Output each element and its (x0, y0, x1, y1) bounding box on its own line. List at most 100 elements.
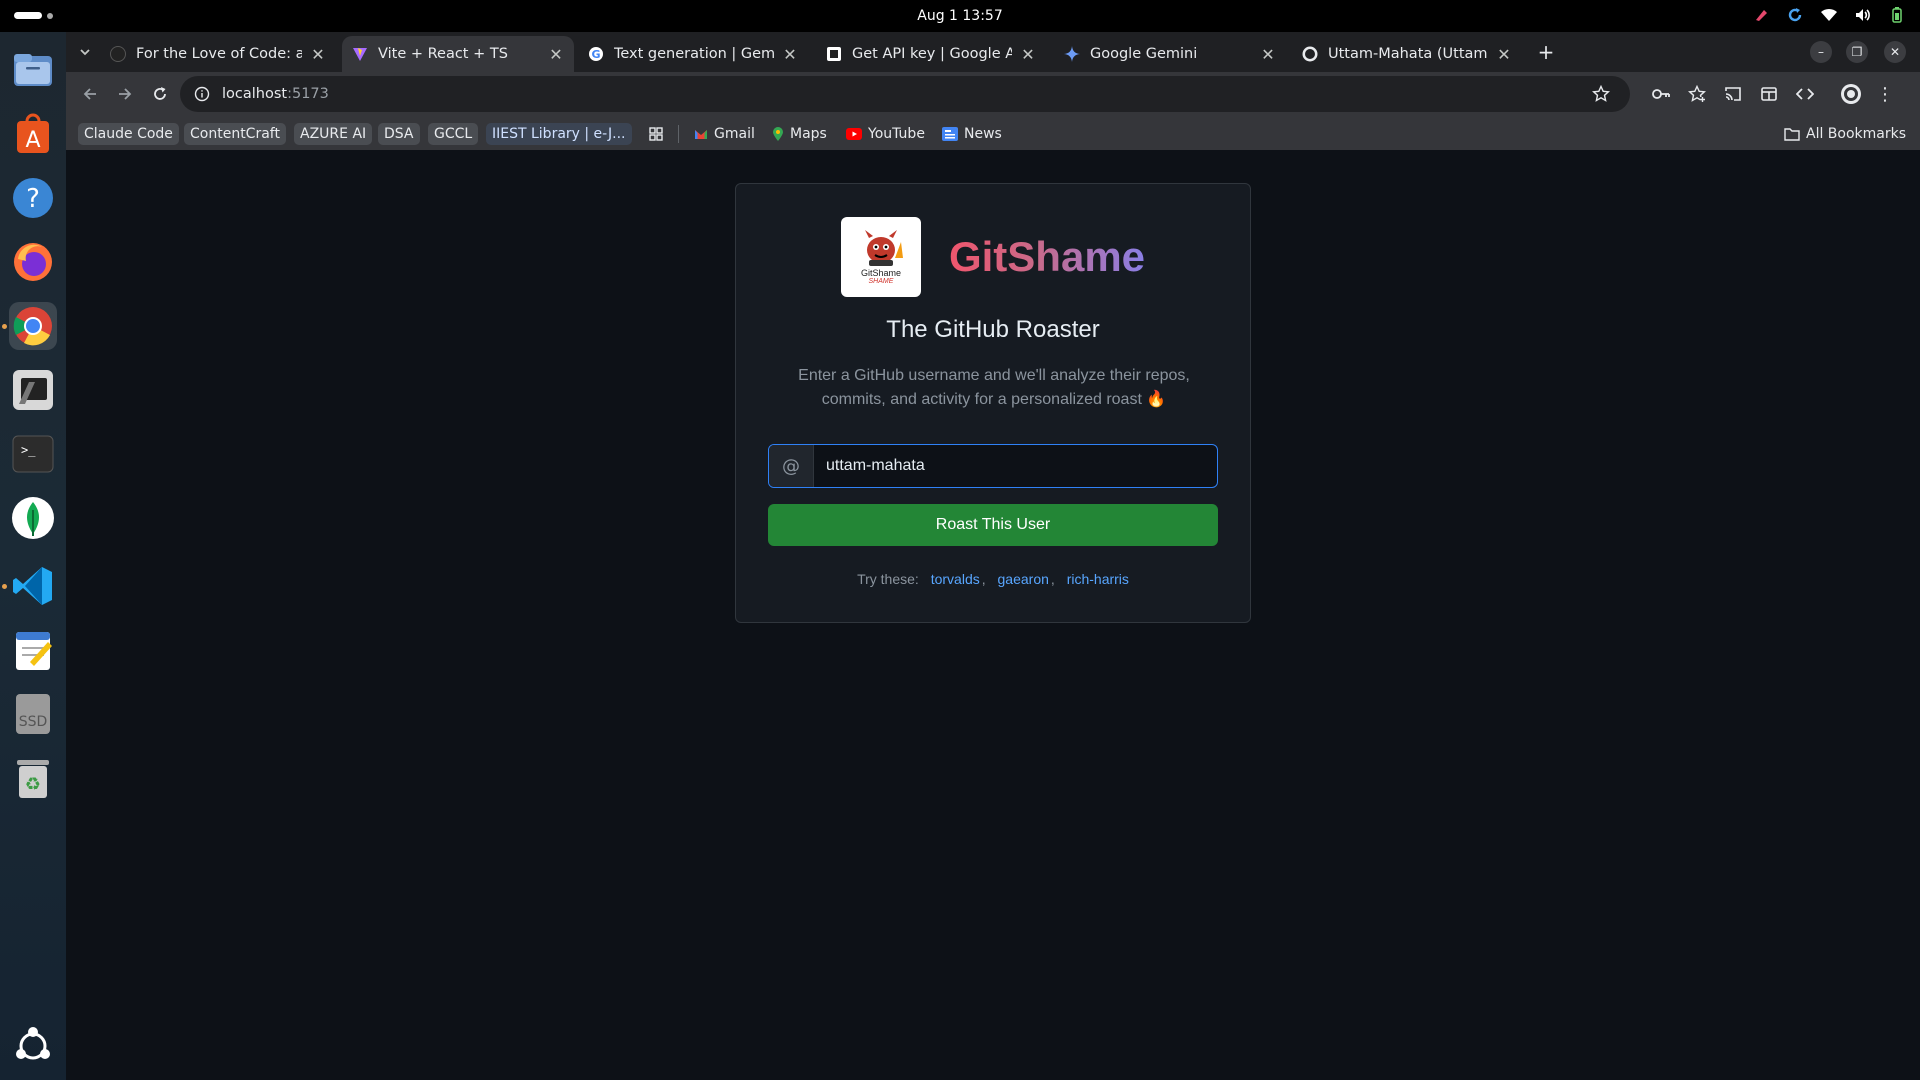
bookmark-azure-ai[interactable]: AZURE AI (294, 123, 373, 145)
close-icon[interactable]: ✕ (1496, 45, 1512, 64)
cast-icon[interactable] (1722, 83, 1744, 105)
battery-icon[interactable] (1888, 6, 1906, 24)
back-icon[interactable] (79, 83, 101, 105)
brand-header: GitShame SHAME GitShame (736, 217, 1250, 297)
page-subtitle: The GitHub Roaster (886, 316, 1100, 343)
svg-text:SSD: SSD (19, 714, 48, 730)
suggestion-rich-harris[interactable]: rich-harris (1067, 571, 1129, 587)
bookmark-youtube[interactable]: YouTube (846, 123, 925, 145)
page-viewport: GitShame SHAME GitShame The GitHub Roast… (66, 150, 1920, 1080)
tab-title: For the Love of Code: a s (136, 46, 302, 62)
forward-icon[interactable] (114, 83, 136, 105)
tab-0[interactable]: For the Love of Code: a s ✕ (100, 36, 336, 72)
svg-text:?: ? (26, 184, 40, 214)
svg-text:G: G (591, 48, 600, 61)
bookmarks-manager-icon[interactable] (1686, 83, 1708, 105)
bookmark-claude-code[interactable]: Claude Code (78, 123, 179, 145)
api-key-icon (826, 46, 842, 62)
devil-mascot-icon (864, 230, 903, 266)
bookmark-iiest-library[interactable]: IIEST Library | e-J... (486, 123, 632, 145)
address-bar[interactable]: localhost:5173 (180, 76, 1630, 112)
bookmark-maps[interactable]: Maps (772, 123, 827, 145)
sync-icon[interactable] (1786, 6, 1804, 24)
tablet-app-icon[interactable] (9, 366, 57, 414)
news-icon (942, 127, 958, 141)
svg-text:>_: >_ (21, 443, 36, 457)
close-icon[interactable]: ✕ (1260, 45, 1276, 64)
wifi-icon[interactable] (1820, 6, 1838, 24)
page-description: Enter a GitHub username and we'll analyz… (798, 367, 1190, 408)
gmail-icon (695, 130, 707, 139)
svg-text:A: A (25, 128, 40, 153)
youtube-icon (846, 128, 862, 140)
tab-strip: For the Love of Code: a s ✕ Vite + React… (66, 32, 1920, 72)
tab-2[interactable]: G Text generation | Gemin ✕ (578, 36, 808, 72)
gitshame-logo: GitShame SHAME (840, 217, 921, 297)
bookmark-gccl[interactable]: GCCL (428, 123, 479, 145)
tab-1[interactable]: Vite + React + TS ✕ (342, 36, 574, 72)
tab-3[interactable]: Get API key | Google AI S ✕ (816, 36, 1046, 72)
try-label: Try these: (857, 571, 919, 587)
new-tab-button[interactable]: + (1535, 40, 1557, 64)
system-tray[interactable] (1752, 6, 1906, 24)
mongodb-compass-icon[interactable] (9, 494, 57, 542)
show-apps-icon[interactable] (9, 1022, 57, 1070)
volume-icon[interactable] (1854, 6, 1872, 24)
bookmark-news[interactable]: News (942, 123, 1002, 145)
roast-button[interactable]: Roast This User (768, 504, 1218, 546)
close-icon[interactable]: ✕ (310, 45, 326, 64)
tab-4[interactable]: Google Gemini ✕ (1054, 36, 1286, 72)
maps-pin-icon (773, 127, 783, 141)
minimize-button[interactable]: – (1810, 41, 1832, 63)
apps-grid-icon[interactable] (648, 123, 664, 145)
bookmark-contentcraft[interactable]: ContentCraft (184, 123, 286, 145)
github-icon (1302, 46, 1318, 62)
side-panel-icon[interactable] (1758, 83, 1780, 105)
reload-icon[interactable] (149, 83, 171, 105)
chrome-menu-icon[interactable]: ⋮ (1874, 83, 1896, 105)
chrome-icon[interactable] (9, 302, 57, 350)
color-picker-icon[interactable] (1752, 6, 1770, 24)
chrome-window: For the Love of Code: a s ✕ Vite + React… (66, 32, 1920, 1080)
firefox-icon[interactable] (9, 238, 57, 286)
help-icon[interactable]: ? (9, 174, 57, 222)
github-icon (110, 46, 126, 62)
vscode-icon[interactable] (9, 562, 57, 610)
suggestions-row: Try these: torvalds, gaearon, rich-harri… (857, 571, 1129, 587)
bookmark-star-icon[interactable] (1591, 84, 1611, 107)
ssd-drive-icon[interactable]: SSD (9, 690, 57, 738)
close-icon[interactable]: ✕ (548, 45, 564, 64)
url-text: localhost:5173 (222, 86, 329, 102)
site-info-icon[interactable] (194, 86, 210, 106)
app-center-icon[interactable]: A (9, 110, 57, 158)
maximize-button[interactable]: ❐ (1846, 41, 1868, 63)
username-input[interactable] (814, 445, 1217, 487)
devtools-icon[interactable] (1794, 83, 1816, 105)
bookmark-gmail[interactable]: Gmail (694, 123, 755, 145)
suggestion-torvalds[interactable]: torvalds (931, 571, 980, 587)
clock[interactable]: Aug 1 13:57 (917, 8, 1003, 24)
google-icon: G (588, 46, 604, 62)
text-editor-icon[interactable] (9, 626, 57, 674)
tab-search-icon[interactable] (74, 41, 96, 63)
suggestion-gaearon[interactable]: gaearon (998, 571, 1049, 587)
roast-card: GitShame SHAME GitShame The GitHub Roast… (735, 183, 1251, 623)
all-bookmarks-folder[interactable]: All Bookmarks (1784, 123, 1906, 145)
profile-avatar[interactable] (1840, 83, 1862, 105)
trash-icon[interactable]: ♻ (9, 754, 57, 802)
svg-text:♻: ♻ (25, 774, 41, 795)
bookmark-dsa[interactable]: DSA (378, 123, 420, 145)
terminal-icon[interactable]: >_ (9, 430, 57, 478)
logo-wordmark: GitShame (860, 268, 901, 278)
window-close-button[interactable]: ✕ (1884, 41, 1906, 63)
close-icon[interactable]: ✕ (782, 45, 798, 64)
files-icon[interactable] (9, 46, 57, 94)
password-key-icon[interactable] (1650, 83, 1672, 105)
bookmarks-bar: Claude Code ContentCraft AZURE AI DSA GC… (66, 116, 1920, 150)
tab-title: Get API key | Google AI S (852, 46, 1012, 62)
tab-5[interactable]: Uttam-Mahata (Uttam M ✕ (1292, 36, 1522, 72)
tab-title: Uttam-Mahata (Uttam M (1328, 46, 1488, 62)
close-icon[interactable]: ✕ (1020, 45, 1036, 64)
tab-title: Text generation | Gemin (614, 46, 774, 62)
activities-button[interactable] (14, 12, 53, 19)
